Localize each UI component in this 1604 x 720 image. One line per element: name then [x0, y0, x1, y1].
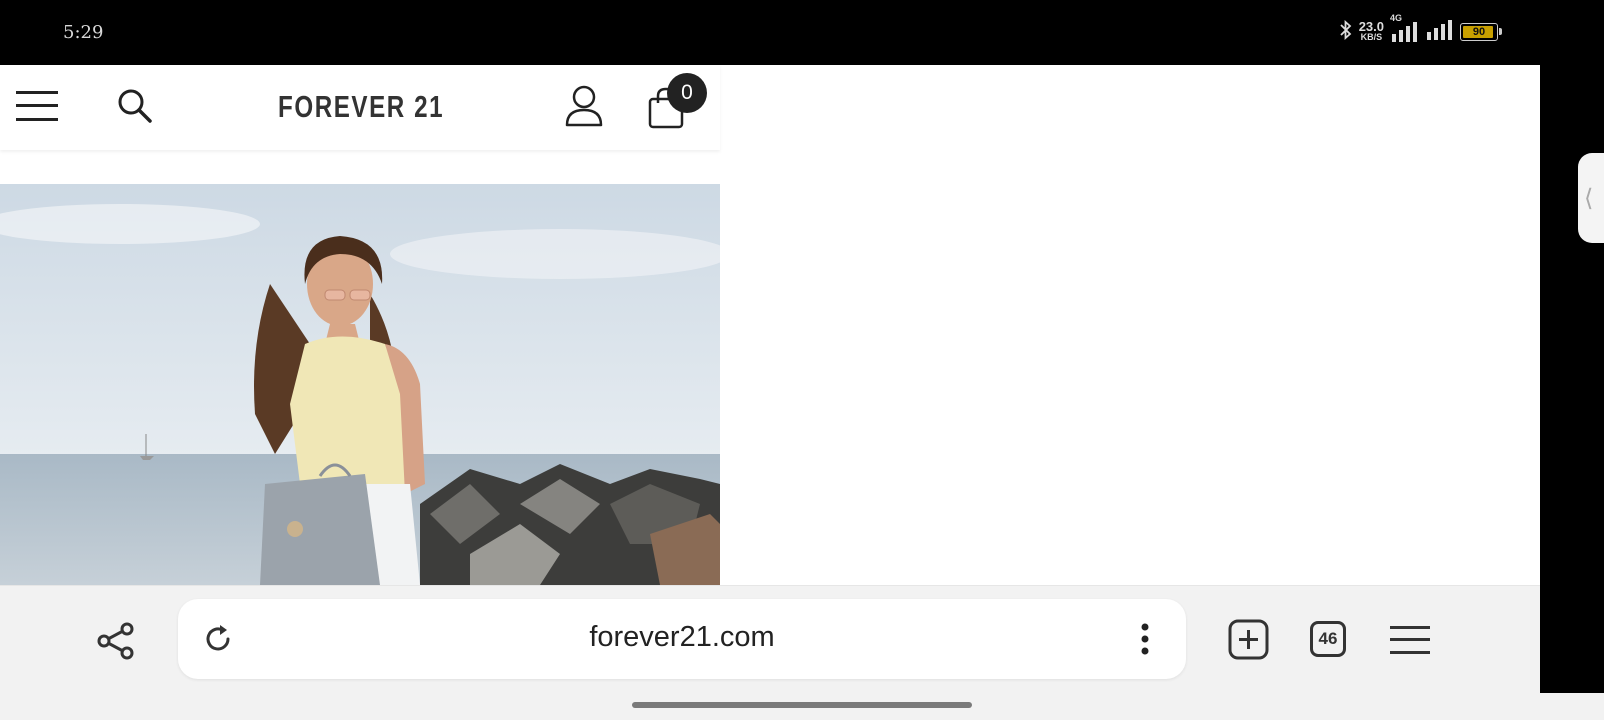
net-speed-unit: KB/S	[1360, 32, 1383, 42]
account-icon[interactable]	[564, 85, 604, 132]
browser-viewport: FOREVER 21 0	[0, 65, 1540, 585]
tab-switcher-icon[interactable]: 46	[1310, 621, 1346, 657]
menu-icon[interactable]	[16, 89, 60, 128]
site-header: FOREVER 21 0	[0, 65, 720, 150]
home-indicator[interactable]	[632, 702, 972, 708]
search-icon[interactable]	[116, 87, 154, 130]
menu-icon[interactable]	[1390, 624, 1432, 661]
url-text[interactable]: forever21.com	[178, 621, 1186, 654]
status-bar: 5:29 23.0 KB/S 4G 90	[0, 0, 1604, 65]
brand-logo[interactable]: FOREVER 21	[278, 89, 444, 125]
net-speed-value: 23.0	[1358, 19, 1384, 34]
more-vertical-icon[interactable]	[1140, 623, 1150, 660]
web-page: FOREVER 21 0	[0, 65, 720, 585]
status-time: 5:29	[63, 22, 104, 43]
hero-image[interactable]	[0, 184, 720, 585]
network-type: 4G	[1390, 13, 1403, 23]
battery-icon: 90	[1460, 23, 1502, 41]
address-bar[interactable]: forever21.com	[178, 599, 1186, 679]
net-speed: 23.0 KB/S	[1358, 19, 1384, 42]
chevron-left-icon: ⟨	[1584, 184, 1594, 212]
edge-panel-handle[interactable]: ⟨	[1578, 153, 1604, 243]
browser-toolbar: forever21.com 46	[0, 585, 1540, 693]
bluetooth-icon	[1339, 19, 1353, 45]
battery-level: 90	[1472, 26, 1486, 38]
signal-icon: 4G	[1390, 13, 1420, 42]
new-tab-icon[interactable]	[1228, 619, 1270, 666]
signal-icon	[1426, 19, 1454, 45]
cart-count-badge[interactable]: 0	[667, 73, 707, 113]
share-icon[interactable]	[96, 621, 136, 666]
status-indicators: 23.0 KB/S 4G 90	[1339, 13, 1502, 46]
